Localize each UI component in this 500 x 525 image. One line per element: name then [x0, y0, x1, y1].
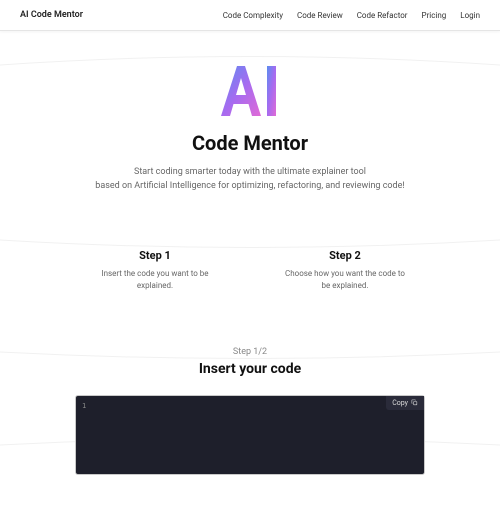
insert-title: Insert your code — [0, 361, 500, 377]
step-2-title: Step 2 — [280, 249, 410, 262]
nav-code-review[interactable]: Code Review — [297, 11, 343, 20]
step-1-title: Step 1 — [90, 249, 220, 262]
step-2-desc: Choose how you want the code to be expla… — [280, 268, 410, 292]
nav-pricing[interactable]: Pricing — [422, 11, 447, 20]
header: AI Code Mentor Code Complexity Code Revi… — [0, 0, 500, 31]
nav: Code Complexity Code Review Code Refacto… — [223, 11, 480, 20]
step-2: Step 2 Choose how you want the code to b… — [280, 249, 410, 292]
nav-code-refactor[interactable]: Code Refactor — [357, 11, 408, 20]
copy-button[interactable]: Copy — [386, 396, 424, 410]
page-subtitle: Start coding smarter today with the ulti… — [90, 165, 410, 194]
step-indicator: Step 1/2 — [0, 347, 500, 357]
hero: Code Mentor Start coding smarter today w… — [0, 31, 500, 194]
subtitle-line2: based on Artificial Intelligence for opt… — [95, 181, 404, 191]
page-title: Code Mentor — [0, 131, 500, 155]
line-number: 1 — [82, 402, 86, 410]
copy-icon — [411, 399, 418, 406]
step-1: Step 1 Insert the code you want to be ex… — [90, 249, 220, 292]
copy-label: Copy — [392, 399, 408, 407]
brand[interactable]: AI Code Mentor — [20, 10, 83, 20]
nav-code-complexity[interactable]: Code Complexity — [223, 11, 283, 20]
code-editor[interactable]: 1 Copy — [75, 395, 425, 475]
insert-section: Step 1/2 Insert your code 1 Copy — [0, 347, 500, 475]
subtitle-line1: Start coding smarter today with the ulti… — [134, 167, 366, 177]
step-1-desc: Insert the code you want to be explained… — [90, 268, 220, 292]
editor-wrap: 1 Copy — [75, 395, 425, 475]
ai-logo-icon — [215, 61, 285, 121]
steps-row: Step 1 Insert the code you want to be ex… — [0, 249, 500, 292]
nav-login[interactable]: Login — [460, 11, 480, 20]
